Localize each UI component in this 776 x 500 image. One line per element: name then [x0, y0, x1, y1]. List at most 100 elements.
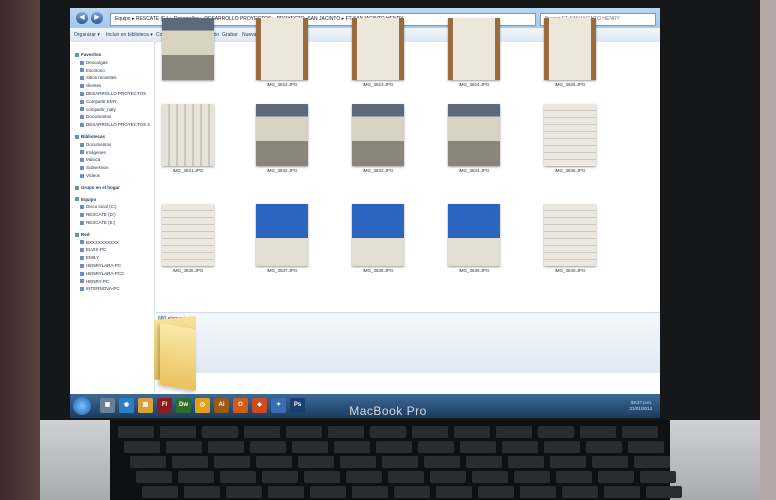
- photo-thumbnail[interactable]: [544, 204, 596, 266]
- photo-thumbnail[interactable]: [544, 104, 596, 166]
- keyboard-key: [436, 486, 472, 498]
- keyboard-key: [550, 456, 586, 468]
- status-bar: 680 elementos: [156, 312, 660, 373]
- keyboard-key: [592, 456, 628, 468]
- sidebar-item[interactable]: Red: [75, 232, 90, 237]
- keyboard-key: [298, 456, 334, 468]
- explorer-window: ◀ ▶ Equipo ▸ RESCATE (E:) ▸ Desarrollos …: [70, 8, 660, 408]
- sidebar-item[interactable]: clientes: [80, 83, 101, 88]
- keyboard-key: [166, 441, 202, 453]
- keyboard-key: [622, 426, 658, 438]
- file-name: IMG_3840.JPG: [554, 268, 586, 273]
- keyboard-key: [220, 471, 256, 483]
- keyboard-key: [496, 426, 532, 438]
- folder-icon: [154, 315, 200, 392]
- sidebar-item[interactable]: Escritorio: [80, 68, 105, 73]
- sidebar-item[interactable]: Sitios recientes: [80, 75, 117, 80]
- keyboard-key: [184, 486, 220, 498]
- keyboard-key: [586, 441, 622, 453]
- sidebar-item[interactable]: Disco local (C:): [80, 204, 117, 209]
- sidebar-item[interactable]: HENRYLARA-PC: [80, 263, 121, 268]
- keyboard-key: [640, 471, 676, 483]
- sidebar-item[interactable]: DESARROLLO PROYECTOS: [80, 91, 146, 96]
- keyboard-key: [124, 441, 160, 453]
- file-name: IMG_3822.JPG: [266, 82, 298, 87]
- sidebar-item[interactable]: RESCATE (E:): [80, 220, 115, 225]
- photo-thumbnail[interactable]: [448, 104, 500, 166]
- sidebar-item[interactable]: Vídeos: [80, 173, 100, 178]
- file-name: IMG_3835.JPG: [554, 168, 586, 173]
- sidebar-item[interactable]: DESARROLLO PROYECTOS 2: [80, 122, 150, 127]
- keyboard-key: [256, 456, 292, 468]
- sidebar-item[interactable]: Descargas: [80, 60, 108, 65]
- photo-thumbnail[interactable]: [162, 104, 214, 166]
- sidebar-item[interactable]: HENRY-PC: [80, 279, 109, 284]
- photo-thumbnail[interactable]: [352, 18, 404, 80]
- sidebar-item[interactable]: BXXXXXXXXXX: [80, 240, 119, 245]
- photo-thumbnail[interactable]: [544, 18, 596, 80]
- photo-thumbnail[interactable]: [256, 18, 308, 80]
- photo-thumbnail[interactable]: [448, 18, 500, 80]
- sidebar-item[interactable]: Documentos: [80, 142, 111, 147]
- keyboard-key: [508, 456, 544, 468]
- photo-thumbnail[interactable]: [162, 204, 214, 266]
- toolbar-button[interactable]: Organizar ▾: [74, 28, 100, 42]
- photo-thumbnail[interactable]: [256, 104, 308, 166]
- keyboard-key: [478, 486, 514, 498]
- keyboard-key: [466, 456, 502, 468]
- photo-thumbnail[interactable]: [448, 204, 500, 266]
- keyboard-key: [472, 471, 508, 483]
- file-name: IMG_3839.JPG: [458, 268, 490, 273]
- photo-thumbnail[interactable]: [352, 204, 404, 266]
- keyboard-key: [160, 426, 196, 438]
- photo-thumbnail[interactable]: [162, 18, 214, 80]
- toolbar-button[interactable]: Incluir en biblioteca ▾: [106, 28, 153, 42]
- sidebar-item[interactable]: Favoritos: [75, 52, 101, 57]
- keyboard-key: [598, 471, 634, 483]
- keyboard-key: [214, 456, 250, 468]
- keyboard-key: [430, 471, 466, 483]
- sidebar-item[interactable]: Compartir EMY: [80, 99, 117, 104]
- keyboard-key: [382, 456, 418, 468]
- keyboard-key: [502, 441, 538, 453]
- keyboard-key: [580, 426, 616, 438]
- keyboard-key: [388, 471, 424, 483]
- file-name: IMG_3838.JPG: [362, 268, 394, 273]
- sidebar-item[interactable]: INTERNOVA-PC: [80, 286, 120, 291]
- keyboard-key: [562, 486, 598, 498]
- sidebar-item[interactable]: Documentos: [80, 114, 111, 119]
- keyboard-key: [328, 426, 364, 438]
- sidebar-item[interactable]: RESCATE (D:): [80, 212, 116, 217]
- keyboard-key: [310, 486, 346, 498]
- sidebar-item[interactable]: Música: [80, 157, 100, 162]
- sidebar-item[interactable]: Equipo: [75, 197, 96, 202]
- sidebar-item[interactable]: HENRYLARA-PCC: [80, 271, 124, 276]
- sidebar-item[interactable]: Bibliotecas: [75, 134, 105, 139]
- file-name: IMG_3825.JPG: [554, 82, 586, 87]
- sidebar-item[interactable]: ELVIS-PC: [80, 247, 106, 252]
- sidebar-item[interactable]: EMILY: [80, 255, 99, 260]
- sidebar-item[interactable]: compartir_naty: [80, 107, 116, 112]
- keyboard-key: [142, 486, 178, 498]
- file-name: IMG_3831.JPG: [172, 168, 204, 173]
- file-name: IMG_3833.JPG: [362, 168, 394, 173]
- file-name: IMG_3824.JPG: [458, 82, 490, 87]
- photo-thumbnail[interactable]: [256, 204, 308, 266]
- keyboard-key: [544, 441, 580, 453]
- forward-button[interactable]: ▶: [91, 12, 103, 24]
- sidebar-item[interactable]: Subversion: [80, 165, 109, 170]
- keyboard-key: [604, 486, 640, 498]
- keyboard-key: [376, 441, 412, 453]
- sidebar-item[interactable]: Imágenes: [80, 150, 106, 155]
- keyboard-key: [340, 456, 376, 468]
- keyboard-key: [226, 486, 262, 498]
- navigation-pane: Favoritos Descargas Escritorio Sitios recie…: [70, 42, 155, 408]
- photo-thumbnail[interactable]: [352, 104, 404, 166]
- sidebar-item[interactable]: Grupo en el hogar: [75, 185, 120, 190]
- back-button[interactable]: ◀: [76, 12, 88, 24]
- toolbar-button[interactable]: Grabar: [222, 28, 238, 42]
- keyboard-key: [370, 426, 406, 438]
- keyboard-key: [424, 456, 460, 468]
- keyboard-key: [418, 441, 454, 453]
- keyboard-key: [250, 441, 286, 453]
